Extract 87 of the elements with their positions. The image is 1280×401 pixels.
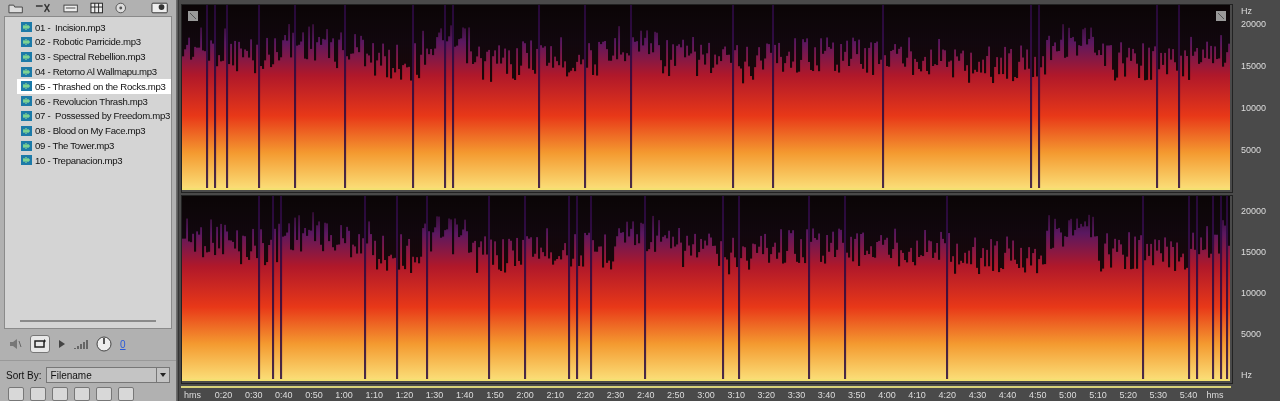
time-tick-label: 0:20 xyxy=(213,389,234,400)
frequency-tick-label: 5000 xyxy=(1240,144,1263,157)
sort-label: Sort By: xyxy=(6,369,42,381)
file-item[interactable]: 06 - Revolucion Thrash.mp3 xyxy=(5,93,171,109)
toolbar-button[interactable] xyxy=(96,387,112,401)
audio-file-icon xyxy=(21,125,32,136)
audio-file-icon xyxy=(21,110,32,121)
frequency-tick-label: 20000 xyxy=(1240,18,1268,31)
time-tick-label: 2:40 xyxy=(635,389,656,400)
frequency-tick-label: 15000 xyxy=(1240,60,1268,73)
time-tick-label: 3:40 xyxy=(816,389,837,400)
audio-file-icon xyxy=(21,66,32,77)
file-item[interactable]: 10 - Trepanacion.mp3 xyxy=(5,152,171,168)
file-item[interactable]: 04 - Retorno Al Wallmapu.mp3 xyxy=(5,64,171,79)
audio-file-icon xyxy=(21,36,32,47)
time-tick-label: 2:10 xyxy=(545,389,565,400)
time-tick-label: 3:00 xyxy=(696,389,716,400)
audio-file-icon xyxy=(21,140,32,151)
time-tick-label: 2:50 xyxy=(666,389,686,400)
audio-file-icon xyxy=(21,155,32,166)
file-item[interactable]: 02 - Robotic Parricide.mp3 xyxy=(5,34,171,50)
time-tick-label: 5:00 xyxy=(1058,389,1078,400)
volume-bars-icon xyxy=(74,339,88,350)
frequency-tick-label: 5000 xyxy=(1240,328,1263,341)
unit-label: Hz xyxy=(1240,5,1253,18)
time-tick-label: 3:10 xyxy=(726,389,746,400)
time-tick-label: 4:50 xyxy=(1027,389,1048,400)
toolbar-button[interactable] xyxy=(30,387,46,401)
audio-file-icon xyxy=(21,51,32,62)
close-icon[interactable] xyxy=(35,1,51,14)
time-tick-label: 0:50 xyxy=(304,389,324,400)
time-tick-label: 5:20 xyxy=(1118,389,1138,400)
time-tick-label: 2:20 xyxy=(575,389,596,400)
time-tick-label: 1:10 xyxy=(364,389,385,400)
loop-button[interactable] xyxy=(30,335,50,354)
knob-icon[interactable] xyxy=(96,336,112,353)
scrollbar[interactable] xyxy=(20,319,156,322)
corner-handle-icon[interactable] xyxy=(1216,11,1226,21)
toolbar-button[interactable] xyxy=(52,387,68,401)
time-tick-label: 5:30 xyxy=(1148,389,1169,400)
sort-dropdown[interactable]: Filename xyxy=(45,367,170,383)
frequency-tick-label: 10000 xyxy=(1240,102,1268,115)
file-item[interactable]: 07 - Possessed by Freedom.mp3 xyxy=(5,108,171,124)
frequency-tick-label: 15000 xyxy=(1240,246,1268,259)
time-tick-label: 1:20 xyxy=(394,389,415,400)
time-tick-label: 5:10 xyxy=(1088,389,1108,400)
play-icon[interactable] xyxy=(58,339,66,350)
time-tick-label: 3:30 xyxy=(786,389,807,400)
toolbar-button[interactable] xyxy=(74,387,90,401)
file-item[interactable]: 05 - Thrashed on the Rocks.mp3 xyxy=(17,78,171,94)
time-tick-label: 4:20 xyxy=(937,389,957,400)
file-item[interactable]: 08 - Blood on My Face.mp3 xyxy=(5,123,171,139)
frequency-tick-label: 10000 xyxy=(1240,287,1268,300)
time-unit-label: hms xyxy=(1205,389,1225,400)
corner-handle-icon[interactable] xyxy=(188,11,198,21)
time-tick-label: 3:50 xyxy=(847,389,867,400)
caret-icon xyxy=(160,373,166,377)
loop-icon xyxy=(34,339,46,350)
view-icon[interactable] xyxy=(150,1,168,14)
grid-icon[interactable] xyxy=(89,1,104,14)
disc-icon[interactable] xyxy=(115,1,127,14)
time-tick-label: 5:40 xyxy=(1178,389,1199,400)
speaker-icon[interactable] xyxy=(8,338,22,351)
time-tick-label: 4:30 xyxy=(967,389,988,400)
time-tick-label: 2:30 xyxy=(605,389,626,400)
unit-label: Hz xyxy=(1240,369,1253,382)
time-tick-label: 2:00 xyxy=(515,389,535,400)
time-tick-label: 1:30 xyxy=(424,389,445,400)
time-tick-label: 4:00 xyxy=(877,389,897,400)
toolbar-button[interactable] xyxy=(8,387,24,401)
frequency-tick-label: 20000 xyxy=(1240,205,1268,218)
audio-file-icon xyxy=(21,96,32,107)
audio-file-icon xyxy=(21,81,32,92)
file-item[interactable]: 03 - Spectral Rebellion.mp3 xyxy=(5,49,171,65)
toolbar-button[interactable] xyxy=(118,387,134,401)
time-tick-label: 1:00 xyxy=(334,389,354,400)
file-item[interactable]: 09 - The Tower.mp3 xyxy=(5,138,171,153)
time-tick-label: 0:30 xyxy=(243,389,264,400)
audio-file-icon xyxy=(21,22,32,33)
time-tick-label: 1:50 xyxy=(485,389,505,400)
time-tick-label: 4:10 xyxy=(907,389,927,400)
file-item[interactable]: 01 - Incision.mp3 xyxy=(5,19,171,35)
time-tick-label: 1:40 xyxy=(455,389,475,400)
time-tick-label: 0:40 xyxy=(274,389,294,400)
time-tick-label: 4:40 xyxy=(997,389,1018,400)
time-unit-label: hms xyxy=(183,389,202,400)
time-tick-label: 3:20 xyxy=(756,389,777,400)
